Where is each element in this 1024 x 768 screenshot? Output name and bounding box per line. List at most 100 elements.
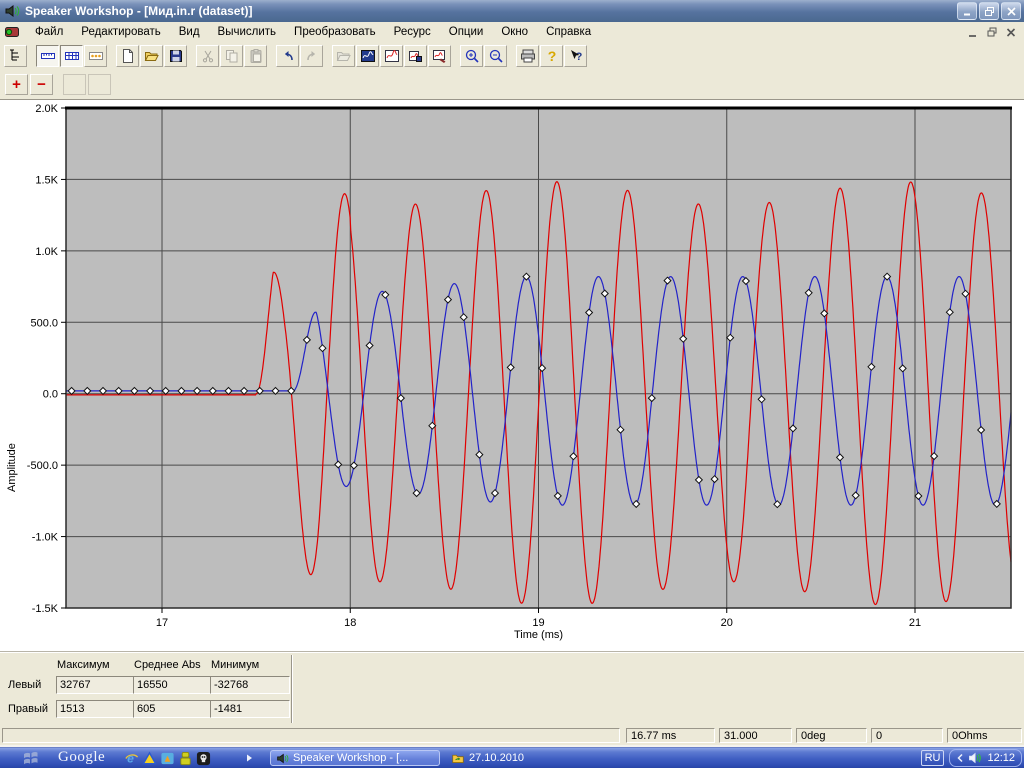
minimize-button[interactable] bbox=[957, 2, 977, 20]
menu-item-1[interactable]: Файл bbox=[26, 24, 72, 40]
menu-item-6[interactable]: Ресурс bbox=[385, 24, 440, 40]
restore-button[interactable] bbox=[979, 2, 999, 20]
remove-point-button[interactable]: − bbox=[30, 74, 53, 95]
mdi-close-button[interactable] bbox=[1003, 25, 1019, 39]
help-button[interactable]: ? bbox=[540, 45, 563, 67]
menu-item-9[interactable]: Справка bbox=[537, 24, 600, 40]
skull-app-icon[interactable] bbox=[196, 751, 211, 766]
system-tray: RU 12:12 bbox=[921, 749, 1022, 767]
print-button[interactable] bbox=[516, 45, 539, 67]
mdi-minimize-button[interactable] bbox=[965, 25, 981, 39]
yellow-app-icon[interactable] bbox=[178, 751, 193, 766]
x-tick-label-2: 19 bbox=[532, 617, 544, 629]
blank-button-1[interactable] bbox=[63, 74, 86, 95]
start-button[interactable] bbox=[22, 750, 40, 765]
redo-button[interactable] bbox=[300, 45, 323, 67]
dataset-document-icon[interactable] bbox=[4, 24, 20, 40]
paste-button[interactable] bbox=[244, 45, 267, 67]
volume-icon[interactable] bbox=[968, 752, 983, 764]
zoom-in-button[interactable] bbox=[460, 45, 483, 67]
status-field-3: 0deg bbox=[796, 728, 867, 743]
stats-value-0-0: 32767 bbox=[56, 676, 136, 694]
stats-row-label-0: Левый bbox=[8, 679, 41, 691]
open-chart-button[interactable] bbox=[332, 45, 355, 67]
menu-item-3[interactable]: Вид bbox=[170, 24, 209, 40]
export-chart-button[interactable] bbox=[428, 45, 451, 67]
svg-text:?: ? bbox=[575, 51, 582, 63]
dataset-toolbar: + − bbox=[0, 70, 1024, 99]
triangle-app-icon[interactable] bbox=[142, 751, 157, 766]
menu-item-7[interactable]: Опции bbox=[440, 24, 493, 40]
stats-divider bbox=[291, 655, 293, 723]
menu-item-5[interactable]: Преобразовать bbox=[285, 24, 385, 40]
google-toolbar-logo[interactable]: Google bbox=[58, 749, 105, 766]
x-tick-label-3: 20 bbox=[721, 617, 733, 629]
chart-area: 17181920212.0K1.5K1.0K500.00.0-500.0-1.0… bbox=[0, 99, 1024, 651]
quick-launch: e bbox=[124, 751, 211, 766]
menu-item-2[interactable]: Редактировать bbox=[72, 24, 169, 40]
tray-collapse-icon[interactable] bbox=[956, 753, 964, 763]
cut-button[interactable] bbox=[196, 45, 219, 67]
new-button[interactable] bbox=[116, 45, 139, 67]
menu-bar: ФайлРедактироватьВидВычислитьПреобразова… bbox=[0, 22, 1024, 43]
x-tick-label-1: 18 bbox=[344, 617, 356, 629]
y-tick-label-7: -1.5K bbox=[32, 603, 59, 615]
blank-button-2[interactable] bbox=[88, 74, 111, 95]
menu-item-4[interactable]: Вычислить bbox=[209, 24, 286, 40]
stats-value-0-1: 16550 bbox=[133, 676, 213, 694]
copy-button[interactable] bbox=[220, 45, 243, 67]
y-tick-label-4: 0.0 bbox=[43, 389, 58, 401]
stats-row-label-1: Правый bbox=[8, 703, 48, 715]
save-button[interactable] bbox=[164, 45, 187, 67]
status-field-0 bbox=[2, 728, 620, 743]
title-bar: Speaker Workshop - [Мид.in.r (dataset)] bbox=[0, 0, 1024, 22]
quick-launch-expand-icon[interactable] bbox=[245, 753, 254, 763]
y-tick-label-2: 1.0K bbox=[35, 246, 58, 258]
internet-explorer-icon[interactable]: e bbox=[124, 751, 139, 766]
y-tick-label-5: -500.0 bbox=[27, 460, 58, 472]
y-axis-title: Amplitude bbox=[6, 443, 18, 492]
app-speaker-icon bbox=[4, 3, 20, 19]
line-chart-button[interactable] bbox=[380, 45, 403, 67]
data-table-button[interactable] bbox=[60, 45, 83, 67]
dataset-chart-button[interactable] bbox=[356, 45, 379, 67]
blue-orange-app-icon[interactable] bbox=[160, 751, 175, 766]
context-help-button[interactable]: ? bbox=[564, 45, 587, 67]
save-chart-button[interactable] bbox=[404, 45, 427, 67]
ruler-view-button[interactable] bbox=[36, 45, 59, 67]
stats-value-1-0: 1513 bbox=[56, 700, 136, 718]
stats-header-2: Минимум bbox=[211, 659, 259, 671]
clock[interactable]: 12:12 bbox=[987, 752, 1015, 764]
stats-value-1-1: 605 bbox=[133, 700, 213, 718]
y-tick-label-0: 2.0K bbox=[35, 103, 58, 115]
main-toolbar: ? ? bbox=[0, 42, 1024, 70]
tree-view-button[interactable] bbox=[4, 45, 27, 67]
language-indicator[interactable]: RU bbox=[921, 750, 945, 766]
zoom-out-button[interactable] bbox=[484, 45, 507, 67]
window-title: Speaker Workshop - [Мид.in.r (dataset)] bbox=[25, 4, 252, 18]
waveform-chart: 17181920212.0K1.5K1.0K500.00.0-500.0-1.0… bbox=[0, 100, 1024, 651]
add-point-button[interactable]: + bbox=[5, 74, 28, 95]
x-tick-label-4: 21 bbox=[909, 617, 921, 629]
statistics-panel: МаксимумСреднее AbsМинимумЛевый327671655… bbox=[0, 651, 1024, 726]
status-field-1: 16.77 ms bbox=[626, 728, 715, 743]
taskbar-window-button[interactable]: Speaker Workshop - [... bbox=[270, 750, 440, 766]
close-button[interactable] bbox=[1001, 2, 1021, 20]
y-tick-label-1: 1.5K bbox=[35, 174, 58, 186]
undo-button[interactable] bbox=[276, 45, 299, 67]
mdi-restore-button[interactable] bbox=[984, 25, 1000, 39]
open-button[interactable] bbox=[140, 45, 163, 67]
status-field-2: 31.000 bbox=[719, 728, 792, 743]
stats-value-1-2: -1481 bbox=[210, 700, 290, 718]
taskbar: Google e Speaker Workshop - [... 27.10.2… bbox=[0, 748, 1024, 768]
taskbar-folder-button[interactable]: 27.10.2010 bbox=[446, 750, 529, 766]
status-field-5: 0Ohms bbox=[947, 728, 1022, 743]
status-field-4: 0 bbox=[871, 728, 943, 743]
taskbar-window-button-label: Speaker Workshop - [... bbox=[293, 752, 408, 764]
stats-header-0: Максимум bbox=[57, 659, 110, 671]
menu-item-8[interactable]: Окно bbox=[492, 24, 537, 40]
application-window: Speaker Workshop - [Мид.in.r (dataset)] … bbox=[0, 0, 1024, 768]
svg-text:?: ? bbox=[547, 48, 556, 64]
folder-icon bbox=[451, 752, 465, 765]
data-values-button[interactable] bbox=[84, 45, 107, 67]
